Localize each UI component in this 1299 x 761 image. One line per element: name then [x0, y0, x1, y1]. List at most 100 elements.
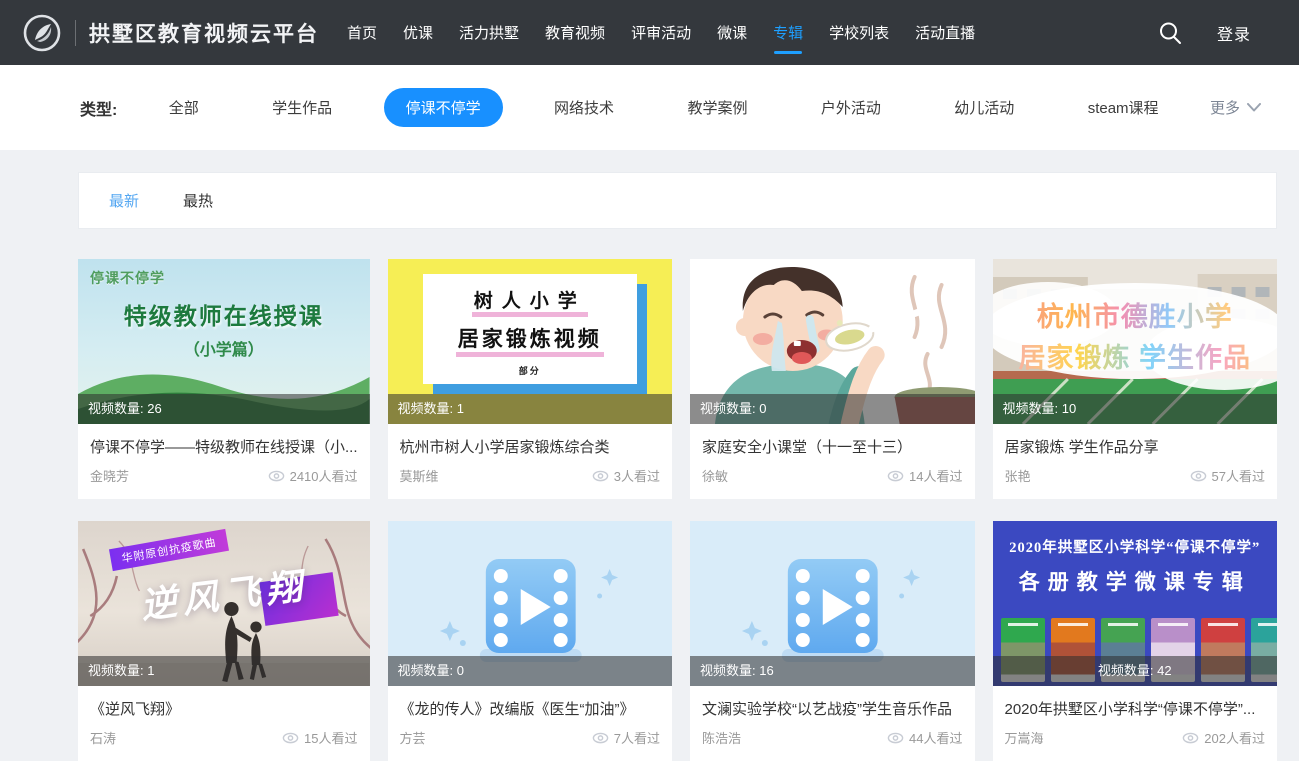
- nav-item-live[interactable]: 活动直播: [915, 16, 975, 49]
- brand-logo-icon: [22, 13, 62, 53]
- album-title[interactable]: 《龙的传人》改编版《医生“加油”》: [400, 698, 660, 719]
- thumb-small-text: 部分: [429, 364, 631, 377]
- album-info: 2020年拱墅区小学科学“停课不停学”... 万嵩海 202人看过: [993, 686, 1277, 761]
- views-count: 7人看过: [614, 728, 660, 747]
- album-meta: 方芸 7人看过: [400, 728, 660, 747]
- album-author: 方芸: [400, 728, 426, 747]
- video-count-bar: 视频数量: 42: [993, 656, 1277, 686]
- filter-chip-teaching-cases[interactable]: 教学案例: [665, 88, 769, 127]
- video-count-bar: 视频数量: 16: [690, 656, 975, 686]
- album-meta: 石涛 15人看过: [90, 728, 358, 747]
- nav-item-vitality[interactable]: 活力拱墅: [459, 16, 519, 49]
- album-grid: 停课不停学 特级教师在线授课 （小学篇） 视频数量: 26 停课不停学——特级教…: [78, 259, 1277, 761]
- album-title[interactable]: 文澜实验学校“以艺战疫”学生音乐作品: [702, 698, 963, 719]
- video-count-bar: 视频数量: 10: [993, 394, 1277, 424]
- album-info: 杭州市树人小学居家锻炼综合类 莫斯维 3人看过: [388, 424, 672, 499]
- album-author: 金晓芳: [90, 466, 129, 485]
- tab-hottest[interactable]: 最热: [183, 190, 213, 211]
- album-meta: 万嵩海 202人看过: [1005, 728, 1265, 747]
- login-button[interactable]: 登录: [1217, 21, 1251, 45]
- album-views: 3人看过: [592, 466, 660, 485]
- chevron-down-icon: [1247, 103, 1261, 112]
- album-title[interactable]: 2020年拱墅区小学科学“停课不停学”...: [1005, 698, 1265, 719]
- thumb-title-text: 2020年拱墅区小学科学“停课不停学”: [993, 536, 1277, 557]
- album-author: 万嵩海: [1005, 728, 1044, 747]
- views-count: 14人看过: [909, 466, 962, 485]
- eye-icon: [1182, 732, 1199, 744]
- nav-item-home[interactable]: 首页: [347, 16, 377, 49]
- filter-chip-steam[interactable]: steam课程: [1066, 88, 1181, 127]
- views-count: 202人看过: [1204, 728, 1265, 747]
- nav-item-edu-videos[interactable]: 教育视频: [545, 16, 605, 49]
- views-count: 3人看过: [614, 466, 660, 485]
- thumb-title-text: 杭州市德胜小学: [993, 295, 1277, 334]
- nav-item-micro-courses[interactable]: 微课: [717, 16, 747, 49]
- eye-icon: [887, 470, 904, 482]
- main-nav: 首页 优课 活力拱墅 教育视频 评审活动 微课 专辑 学校列表 活动直播: [347, 16, 975, 49]
- album-card[interactable]: 杭州市德胜小学 居家锻炼 学生作品 视频数量: 10 居家锻炼 学生作品分享 张…: [993, 259, 1277, 499]
- thumb-badge-text: 停课不停学: [90, 268, 165, 288]
- album-thumbnail: 视频数量: 0: [388, 521, 672, 686]
- album-title[interactable]: 杭州市树人小学居家锻炼综合类: [400, 436, 660, 457]
- album-author: 陈浩浩: [702, 728, 741, 747]
- nav-item-quality-courses[interactable]: 优课: [403, 16, 433, 49]
- site-title: 拱墅区教育视频云平台: [89, 18, 319, 48]
- views-count: 2410人看过: [290, 466, 358, 485]
- filter-chip-class-suspended[interactable]: 停课不停学: [384, 88, 503, 127]
- album-meta: 金晓芳 2410人看过: [90, 466, 358, 485]
- album-thumbnail: 华附原创抗疫歌曲 逆风飞翔 视频数量: 1: [78, 521, 370, 686]
- more-label: 更多: [1210, 97, 1240, 118]
- album-thumbnail: 视频数量: 0: [690, 259, 975, 424]
- album-views: 15人看过: [282, 728, 357, 747]
- album-title[interactable]: 《逆风飞翔》: [90, 698, 358, 719]
- eye-icon: [592, 470, 609, 482]
- filter-chip-kids[interactable]: 幼儿活动: [932, 88, 1036, 127]
- eye-icon: [887, 732, 904, 744]
- filter-chip-student-works[interactable]: 学生作品: [250, 88, 354, 127]
- album-meta: 徐敏 14人看过: [702, 466, 963, 485]
- album-info: 《龙的传人》改编版《医生“加油”》 方芸 7人看过: [388, 686, 672, 761]
- filter-chip-all[interactable]: 全部: [147, 88, 221, 127]
- nav-item-albums[interactable]: 专辑: [773, 16, 803, 49]
- album-thumbnail: 视频数量: 16: [690, 521, 975, 686]
- album-views: 202人看过: [1182, 728, 1265, 747]
- album-views: 14人看过: [887, 466, 962, 485]
- nav-item-school-list[interactable]: 学校列表: [829, 16, 889, 49]
- album-card[interactable]: 2020年拱墅区小学科学“停课不停学” 各册教学微课专辑 视频数量: 42 20…: [993, 521, 1277, 761]
- album-card[interactable]: 视频数量: 16 文澜实验学校“以艺战疫”学生音乐作品 陈浩浩 44人看过: [690, 521, 975, 761]
- brand-logo[interactable]: 拱墅区教育视频云平台: [22, 13, 319, 53]
- more-dropdown[interactable]: 更多: [1210, 97, 1261, 118]
- nav-item-review-activities[interactable]: 评审活动: [631, 16, 691, 49]
- tab-latest[interactable]: 最新: [109, 190, 139, 211]
- thumb-subtitle-text: 居家锻炼 学生作品: [993, 336, 1277, 375]
- thumb-text: 特级教师在线授课 （小学篇）: [78, 297, 370, 360]
- views-count: 57人看过: [1212, 466, 1265, 485]
- album-thumbnail: 停课不停学 特级教师在线授课 （小学篇） 视频数量: 26: [78, 259, 370, 424]
- content-area: 最新 最热 停课不停学 特级教师在线授课 （小学篇） 视频数量: 26 停课不停…: [78, 150, 1277, 761]
- album-author: 徐敏: [702, 466, 728, 485]
- album-info: 停课不停学——特级教师在线授课（小... 金晓芳 2410人看过: [78, 424, 370, 499]
- thumb-subtitle-text: （小学篇）: [78, 336, 370, 360]
- album-card[interactable]: 树人小学 居家锻炼视频 部分 视频数量: 1 杭州市树人小学居家锻炼综合类 莫斯…: [388, 259, 672, 499]
- eye-icon: [282, 732, 299, 744]
- album-info: 居家锻炼 学生作品分享 张艳 57人看过: [993, 424, 1277, 499]
- video-count-bar: 视频数量: 26: [78, 394, 370, 424]
- album-title[interactable]: 居家锻炼 学生作品分享: [1005, 436, 1265, 457]
- filter-chip-network-tech[interactable]: 网络技术: [532, 88, 636, 127]
- album-card[interactable]: 视频数量: 0 《龙的传人》改编版《医生“加油”》 方芸 7人看过: [388, 521, 672, 761]
- album-meta: 莫斯维 3人看过: [400, 466, 660, 485]
- album-author: 莫斯维: [400, 466, 439, 485]
- thumb-text: 杭州市德胜小学 居家锻炼 学生作品: [993, 295, 1277, 375]
- album-card[interactable]: 视频数量: 0 家庭安全小课堂（十一至十三） 徐敏 14人看过: [690, 259, 975, 499]
- album-card[interactable]: 华附原创抗疫歌曲 逆风飞翔 视频数量: 1 《逆风飞翔》 石涛 15人看过: [78, 521, 370, 761]
- album-title[interactable]: 家庭安全小课堂（十一至十三）: [702, 436, 963, 457]
- navbar-right: 登录: [1157, 20, 1251, 46]
- album-info: 《逆风飞翔》 石涛 15人看过: [78, 686, 370, 761]
- album-card[interactable]: 停课不停学 特级教师在线授课 （小学篇） 视频数量: 26 停课不停学——特级教…: [78, 259, 370, 499]
- eye-icon: [1190, 470, 1207, 482]
- filter-chip-outdoor[interactable]: 户外活动: [799, 88, 903, 127]
- filter-label: 类型:: [80, 96, 117, 120]
- album-title[interactable]: 停课不停学——特级教师在线授课（小...: [90, 436, 358, 457]
- search-icon[interactable]: [1157, 20, 1183, 46]
- video-count-bar: 视频数量: 0: [388, 656, 672, 686]
